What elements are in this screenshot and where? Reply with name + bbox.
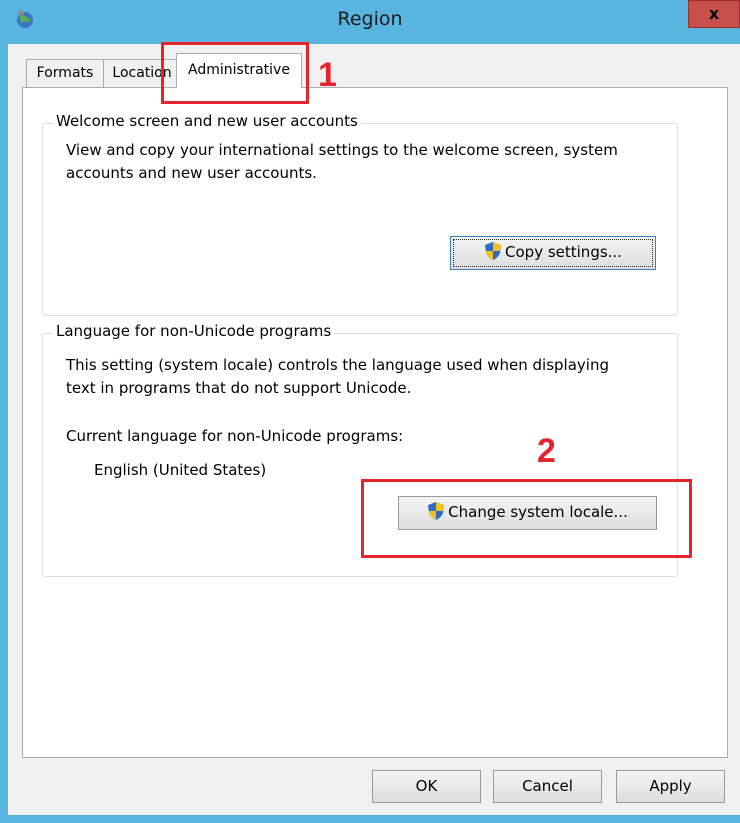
welcome-description-line-1: View and copy your international setting… [66, 141, 618, 159]
group-title: Language for non-Unicode programs [53, 322, 335, 340]
group-title: Welcome screen and new user accounts [53, 112, 361, 130]
title-bar[interactable]: Region x [0, 0, 740, 44]
cancel-button[interactable]: Cancel [493, 770, 602, 803]
administrative-tab-panel: Welcome screen and new user accounts Vie… [22, 87, 728, 758]
dialog-client-area: Formats Location Administrative Welcome … [8, 44, 740, 815]
window-title: Region [337, 8, 403, 30]
copy-settings-button[interactable]: Copy settings... [450, 236, 656, 270]
tab-formats[interactable]: Formats [26, 59, 104, 87]
current-language-value: English (United States) [94, 461, 267, 479]
welcome-description-line-2: accounts and new user accounts. [66, 164, 317, 182]
close-button[interactable]: x [688, 0, 740, 28]
annotation-box-2 [361, 479, 692, 558]
copy-settings-label: Copy settings... [505, 243, 622, 261]
locale-description-line-2: text in programs that do not support Uni… [66, 379, 412, 397]
locale-description-line-1: This setting (system locale) controls th… [66, 356, 609, 374]
apply-button[interactable]: Apply [616, 770, 725, 803]
current-language-label: Current language for non-Unicode program… [66, 427, 404, 445]
annotation-label-2: 2 [537, 432, 556, 470]
ok-button[interactable]: OK [372, 770, 481, 803]
welcome-screen-group: Welcome screen and new user accounts Vie… [42, 112, 678, 316]
uac-shield-icon [484, 241, 502, 261]
region-dialog: Region x Formats Location Administrative… [0, 0, 740, 823]
annotation-box-1 [161, 42, 309, 104]
annotation-label-1: 1 [318, 56, 337, 94]
